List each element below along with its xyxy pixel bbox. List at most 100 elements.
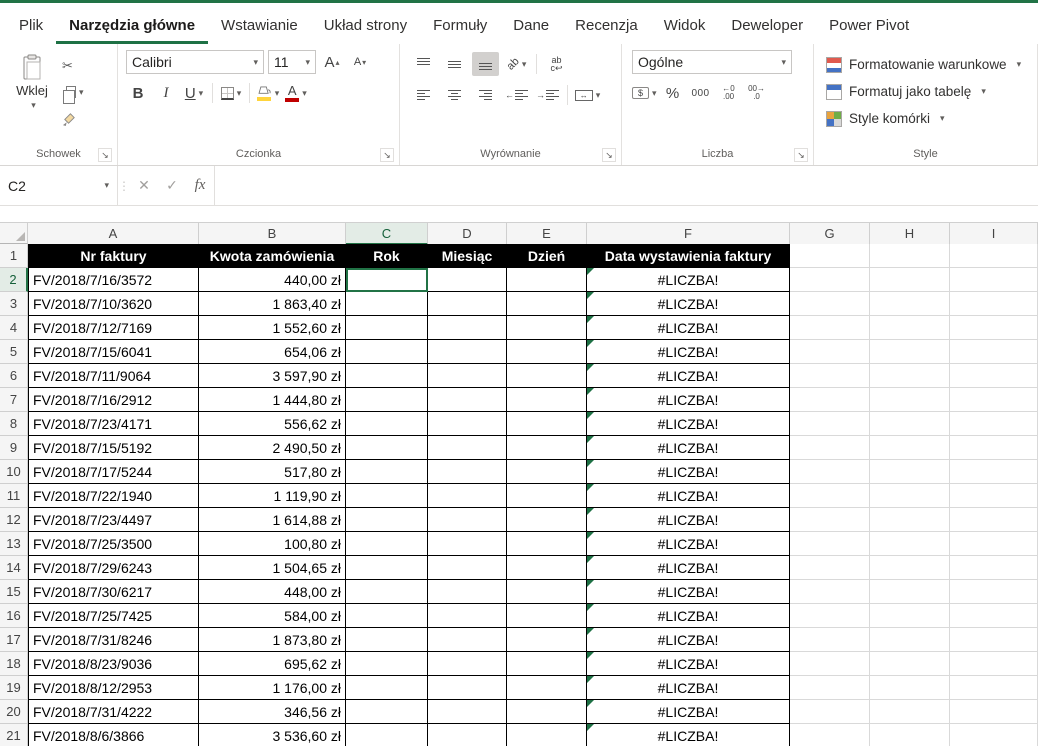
row-header[interactable]: 8 xyxy=(0,412,28,436)
cell-rok[interactable] xyxy=(346,580,428,604)
cell-empty[interactable] xyxy=(790,340,870,364)
cell-invoice[interactable]: FV/2018/7/25/7425 xyxy=(28,604,199,628)
cell-rok[interactable] xyxy=(346,364,428,388)
cell-invoice[interactable]: FV/2018/7/30/6217 xyxy=(28,580,199,604)
cell-date-error[interactable]: #LICZBA! xyxy=(587,316,790,340)
cell-date-error[interactable]: #LICZBA! xyxy=(587,364,790,388)
cell-rok[interactable] xyxy=(346,268,428,292)
tab-narzedzia-glowne[interactable]: Narzędzia główne xyxy=(56,7,208,44)
cell-amount[interactable]: 584,00 zł xyxy=(199,604,346,628)
cell-dzien[interactable] xyxy=(507,532,587,556)
cell-amount[interactable]: 1 444,80 zł xyxy=(199,388,346,412)
col-header-c[interactable]: C xyxy=(346,223,428,245)
align-middle-button[interactable] xyxy=(441,52,468,76)
align-top-button[interactable] xyxy=(410,52,437,76)
cell-rok[interactable] xyxy=(346,724,428,746)
cell-dzien[interactable] xyxy=(507,652,587,676)
header-cell-kwota[interactable]: Kwota zamówienia xyxy=(199,244,346,268)
cell-empty[interactable] xyxy=(790,292,870,316)
header-cell-nr-faktury[interactable]: Nr faktury xyxy=(28,244,199,268)
row-header[interactable]: 2 xyxy=(0,268,28,292)
row-header[interactable]: 17 xyxy=(0,628,28,652)
cell-date-error[interactable]: #LICZBA! xyxy=(587,532,790,556)
cell-dzien[interactable] xyxy=(507,340,587,364)
cell-empty[interactable] xyxy=(950,508,1038,532)
cell-date-error[interactable]: #LICZBA! xyxy=(587,340,790,364)
cell-rok[interactable] xyxy=(346,484,428,508)
cell-empty[interactable] xyxy=(790,436,870,460)
italic-button[interactable]: I xyxy=(154,81,178,105)
cell-empty[interactable] xyxy=(870,316,950,340)
cell-empty[interactable] xyxy=(950,340,1038,364)
cut-button[interactable]: ✂ xyxy=(62,56,84,76)
cell-amount[interactable]: 517,80 zł xyxy=(199,460,346,484)
select-all-corner[interactable] xyxy=(0,223,28,244)
cell-invoice[interactable]: FV/2018/8/12/2953 xyxy=(28,676,199,700)
cell-date-error[interactable]: #LICZBA! xyxy=(587,388,790,412)
wrap-text-button[interactable]: abc↩ xyxy=(543,52,570,76)
cell-empty[interactable] xyxy=(790,460,870,484)
row-header[interactable]: 14 xyxy=(0,556,28,580)
cell-empty[interactable] xyxy=(790,676,870,700)
col-header-g[interactable]: G xyxy=(790,223,870,245)
cell-invoice[interactable]: FV/2018/7/16/3572 xyxy=(28,268,199,292)
row-header[interactable]: 3 xyxy=(0,292,28,316)
cell-invoice[interactable]: FV/2018/7/31/4222 xyxy=(28,700,199,724)
cell-date-error[interactable]: #LICZBA! xyxy=(587,700,790,724)
cell-rok[interactable] xyxy=(346,340,428,364)
cell-empty[interactable] xyxy=(950,460,1038,484)
cell-empty[interactable] xyxy=(870,532,950,556)
increase-decimal-button[interactable]: ←0.00 xyxy=(717,81,741,105)
conditional-formatting-button[interactable]: Formatowanie warunkowe▾ xyxy=(826,52,1031,77)
cell-empty[interactable] xyxy=(790,532,870,556)
cell-rok[interactable] xyxy=(346,316,428,340)
tab-recenzja[interactable]: Recenzja xyxy=(562,7,651,44)
cell-dzien[interactable] xyxy=(507,700,587,724)
cell-amount[interactable]: 1 176,00 zł xyxy=(199,676,346,700)
cell-empty[interactable] xyxy=(950,412,1038,436)
cell-empty[interactable] xyxy=(950,532,1038,556)
tab-plik[interactable]: Plik xyxy=(6,7,56,44)
cell-date-error[interactable]: #LICZBA! xyxy=(587,556,790,580)
align-left-button[interactable] xyxy=(410,83,437,107)
row-header[interactable]: 21 xyxy=(0,724,28,746)
cell-amount[interactable]: 2 490,50 zł xyxy=(199,436,346,460)
cell-empty[interactable] xyxy=(870,580,950,604)
cell-empty[interactable] xyxy=(950,268,1038,292)
col-header-d[interactable]: D xyxy=(428,223,507,245)
cell-dzien[interactable] xyxy=(507,412,587,436)
col-header-f[interactable]: F xyxy=(587,223,790,245)
merge-center-button[interactable]: ↔▾ xyxy=(574,83,601,107)
tab-dane[interactable]: Dane xyxy=(500,7,562,44)
cell-invoice[interactable]: FV/2018/7/15/6041 xyxy=(28,340,199,364)
cell-dzien[interactable] xyxy=(507,316,587,340)
decrease-decimal-button[interactable]: 00→.0 xyxy=(745,81,769,105)
format-painter-button[interactable] xyxy=(62,108,84,128)
cell-empty[interactable] xyxy=(790,628,870,652)
cell-invoice[interactable]: FV/2018/7/25/3500 xyxy=(28,532,199,556)
cell-invoice[interactable]: FV/2018/8/6/3866 xyxy=(28,724,199,746)
increase-font-button[interactable]: A▴ xyxy=(320,50,344,74)
cell-empty[interactable] xyxy=(790,724,870,746)
cell-date-error[interactable]: #LICZBA! xyxy=(587,652,790,676)
cell-empty[interactable] xyxy=(870,676,950,700)
decrease-indent-button[interactable]: ← xyxy=(503,83,530,107)
align-right-button[interactable] xyxy=(472,83,499,107)
cell-empty[interactable] xyxy=(950,484,1038,508)
cell-empty[interactable] xyxy=(950,700,1038,724)
cell-empty[interactable] xyxy=(790,556,870,580)
cell-empty[interactable] xyxy=(870,628,950,652)
cell-miesiac[interactable] xyxy=(428,364,507,388)
col-header-i[interactable]: I xyxy=(950,223,1038,245)
cell-invoice[interactable]: FV/2018/7/10/3620 xyxy=(28,292,199,316)
cell-empty[interactable] xyxy=(790,652,870,676)
cell-miesiac[interactable] xyxy=(428,604,507,628)
cell-dzien[interactable] xyxy=(507,484,587,508)
cell-amount[interactable]: 448,00 zł xyxy=(199,580,346,604)
cell-invoice[interactable]: FV/2018/7/16/2912 xyxy=(28,388,199,412)
cell-date-error[interactable]: #LICZBA! xyxy=(587,676,790,700)
cell-empty[interactable] xyxy=(870,364,950,388)
cell-empty[interactable] xyxy=(870,700,950,724)
accounting-format-button[interactable]: $▾ xyxy=(632,81,657,105)
cell-invoice[interactable]: FV/2018/7/23/4171 xyxy=(28,412,199,436)
